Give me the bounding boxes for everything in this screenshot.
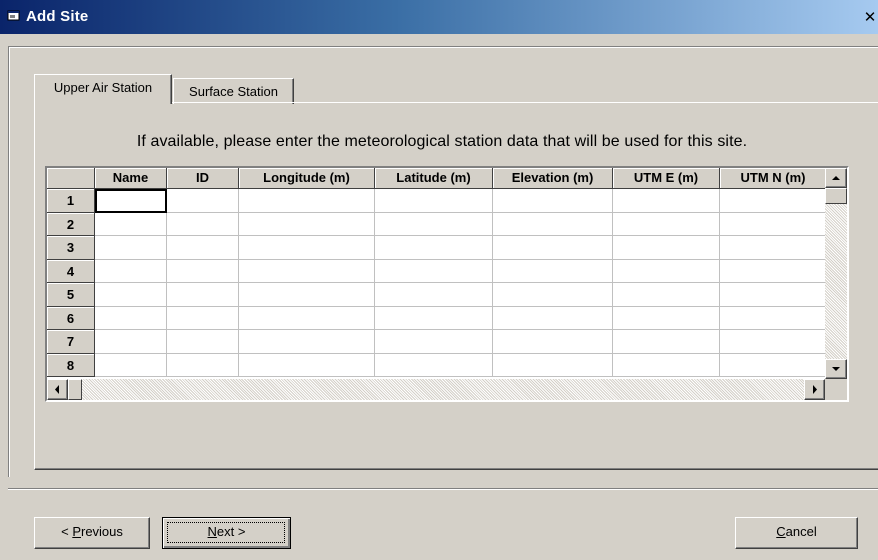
tab-label: Upper Air Station	[53, 80, 153, 95]
title-bar: Add Site ✕	[0, 0, 878, 34]
close-icon: ✕	[863, 9, 877, 26]
next-button-rest: ext >	[216, 524, 246, 539]
previous-button-mnemonic: P	[72, 524, 81, 539]
cancel-button-mnemonic: C	[776, 524, 786, 539]
cancel-button-rest: ancel	[785, 524, 817, 539]
next-button-mnemonic: N	[207, 524, 217, 539]
close-button[interactable]: ✕	[862, 10, 878, 26]
previous-button-rest: revious	[80, 524, 123, 539]
footer-separator	[8, 488, 878, 490]
cancel-button[interactable]: Cancel	[735, 517, 858, 549]
tab-label: Surface Station	[189, 84, 278, 99]
previous-button[interactable]: < Previous	[34, 517, 150, 549]
window-title: Add Site	[26, 8, 89, 25]
next-button[interactable]: Next >	[162, 517, 291, 549]
previous-button-prefix: <	[61, 524, 73, 539]
tab-upper-air-station[interactable]: Upper Air Station	[34, 74, 172, 104]
tab-surface-station[interactable]: Surface Station	[173, 78, 294, 104]
window-icon	[7, 10, 20, 21]
tab-panel	[34, 102, 878, 470]
